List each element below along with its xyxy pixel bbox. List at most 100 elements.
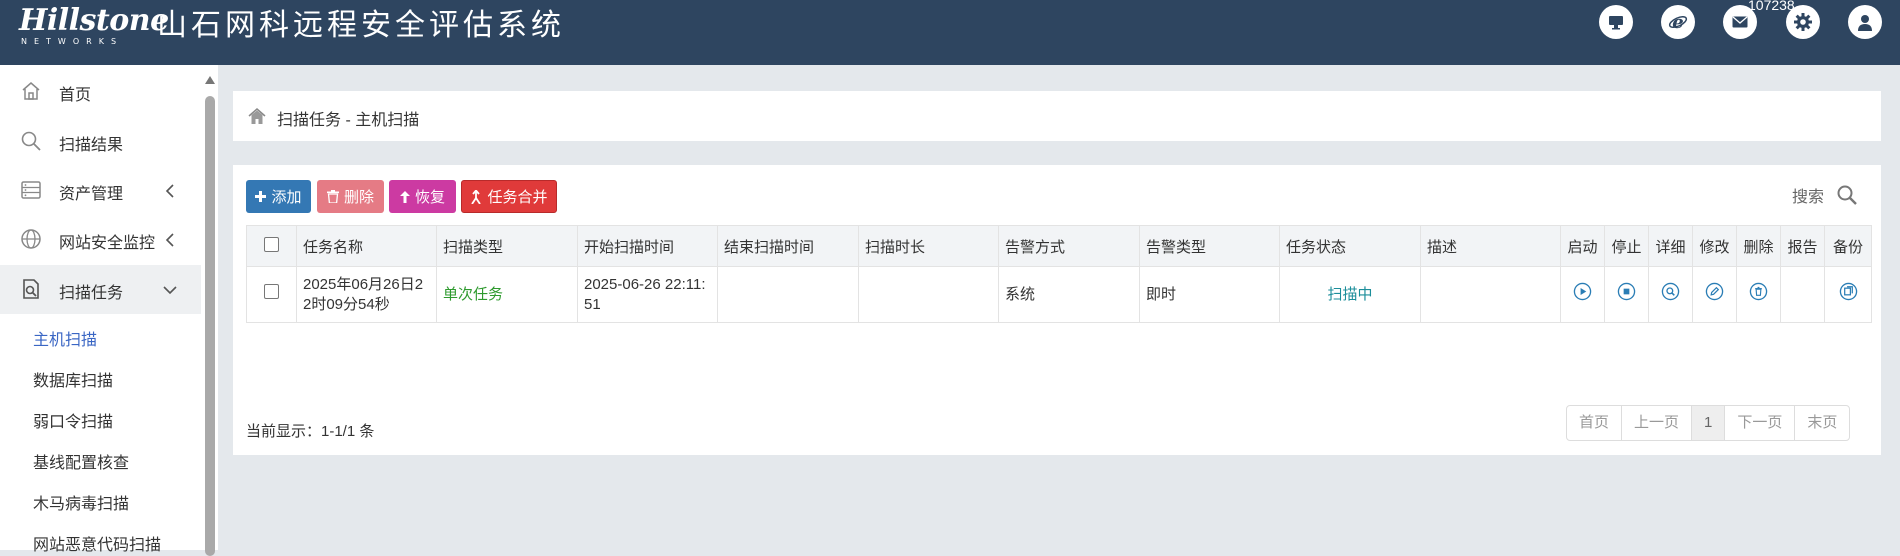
- sidebar-item-label: 网站安全监控: [59, 235, 156, 252]
- last-page-button[interactable]: 末页: [1794, 406, 1849, 440]
- select-all-checkbox-cell: [246, 225, 297, 267]
- detail-action-cell: [1648, 266, 1693, 323]
- play-icon[interactable]: [1573, 282, 1592, 301]
- task-name-cell: 2025年06月26日22时09分54秒: [296, 266, 437, 323]
- scrollbar-thumb[interactable]: [205, 96, 215, 556]
- monitor-icon[interactable]: [1599, 5, 1633, 39]
- stop-icon[interactable]: [1617, 282, 1636, 301]
- submenu-database-scan[interactable]: 数据库扫描: [33, 367, 113, 391]
- column-header: 扫描时长: [858, 225, 999, 267]
- scan-task-icon: [23, 279, 39, 299]
- scroll-up-arrow-icon[interactable]: [205, 76, 215, 84]
- scan-type-cell: 单次任务: [436, 266, 578, 323]
- sidebar-item-label: 扫描结果: [59, 137, 124, 154]
- sidebar-item-website-monitor[interactable]: 网站安全监控: [0, 215, 201, 264]
- column-header: 详细: [1648, 225, 1693, 267]
- table-row: 2025年06月26日22时09分54秒 单次任务 2025-06-26 22:…: [246, 266, 1872, 323]
- column-header: 告警类型: [1139, 225, 1280, 267]
- merge-icon: [471, 189, 482, 204]
- add-button[interactable]: 添加: [246, 180, 311, 213]
- task-table: 任务名称 扫描类型 开始扫描时间 结束扫描时间 扫描时长 告警方式 告警类型 任…: [246, 225, 1872, 323]
- sidebar-item-scan-results[interactable]: 扫描结果: [0, 117, 201, 166]
- sidebar-item-label: 资产管理: [59, 186, 124, 203]
- stop-action-cell: [1604, 266, 1649, 323]
- merge-task-button[interactable]: 任务合并: [461, 180, 557, 213]
- row-checkbox[interactable]: [264, 284, 279, 299]
- sidebar-item-home[interactable]: 首页: [0, 67, 201, 116]
- start-time-cell: 2025-06-26 22:11:51: [577, 266, 718, 323]
- browser-icon[interactable]: e: [1661, 5, 1695, 39]
- search-icon: [21, 131, 41, 151]
- home-icon[interactable]: [247, 106, 267, 126]
- prev-page-button[interactable]: 上一页: [1621, 406, 1691, 440]
- sidebar-scrollbar[interactable]: [204, 72, 216, 556]
- delete-button[interactable]: 删除: [317, 180, 384, 213]
- alert-method-cell: 系统: [998, 266, 1140, 323]
- column-header: 停止: [1604, 225, 1649, 267]
- table-header-row: 任务名称 扫描类型 开始扫描时间 结束扫描时间 扫描时长 告警方式 告警类型 任…: [246, 225, 1872, 267]
- search-control[interactable]: 搜索: [1792, 183, 1858, 207]
- pagination: 首页 上一页 1 下一页 末页: [1566, 405, 1851, 441]
- user-icon[interactable]: [1848, 5, 1882, 39]
- report-action-cell: [1780, 266, 1825, 323]
- restore-button[interactable]: 恢复: [389, 180, 456, 213]
- column-header: 报告: [1780, 225, 1825, 267]
- next-page-button[interactable]: 下一页: [1724, 406, 1794, 440]
- logo-subtext: NETWORKS: [21, 37, 124, 46]
- plus-icon: [255, 191, 267, 202]
- search-icon[interactable]: [1836, 184, 1858, 206]
- system-title: 山石网科远程安全评估系统: [157, 8, 565, 43]
- submenu-baseline-check[interactable]: 基线配置核查: [33, 449, 129, 473]
- submenu-weak-password-scan[interactable]: 弱口令扫描: [33, 408, 113, 432]
- select-all-checkbox[interactable]: [264, 236, 279, 252]
- first-page-button[interactable]: 首页: [1567, 406, 1621, 440]
- sidebar-item-label: 扫描任务: [59, 285, 124, 302]
- description-cell: [1420, 266, 1561, 323]
- chevron-down-icon[interactable]: [160, 280, 180, 300]
- column-header: 删除: [1736, 225, 1781, 267]
- task-status-cell: 扫描中: [1279, 266, 1421, 323]
- trash-icon[interactable]: [1749, 282, 1768, 301]
- current-page[interactable]: 1: [1691, 406, 1725, 440]
- column-header: 告警方式: [998, 225, 1140, 267]
- hillstone-logo[interactable]: Hillstone NETWORKS: [19, 4, 169, 46]
- submenu-trojan-scan[interactable]: 木马病毒扫描: [33, 490, 129, 514]
- column-header: 任务状态: [1279, 225, 1421, 267]
- restore-button-label: 恢复: [414, 189, 445, 206]
- column-header: 扫描类型: [436, 225, 578, 267]
- logo-text: Hillstone: [19, 3, 169, 38]
- task-panel: 添加 删除 恢复 任务合并 搜索 任务名称 扫描类型 开始扫描时间 结束扫描时间…: [233, 165, 1881, 455]
- chevron-left-icon[interactable]: [160, 230, 180, 250]
- delete-action-cell: [1736, 266, 1781, 323]
- column-header: 任务名称: [296, 225, 437, 267]
- sidebar-item-scan-task[interactable]: 扫描任务: [0, 265, 201, 314]
- sidebar-item-asset-management[interactable]: 资产管理: [0, 166, 201, 215]
- row-checkbox-cell: [246, 266, 297, 323]
- column-header: 结束扫描时间: [717, 225, 859, 267]
- column-header: 开始扫描时间: [577, 225, 718, 267]
- record-count-text: 当前显示：1-1/1 条: [246, 423, 375, 440]
- home-icon: [22, 82, 40, 100]
- breadcrumb: 扫描任务 - 主机扫描: [233, 91, 1881, 141]
- delete-button-label: 删除: [343, 189, 374, 206]
- detail-icon[interactable]: [1661, 282, 1680, 301]
- submenu-host-scan[interactable]: 主机扫描: [33, 326, 97, 350]
- add-button-label: 添加: [271, 189, 302, 206]
- trash-icon: [326, 190, 339, 203]
- sidebar-item-label: 首页: [59, 87, 92, 104]
- globe-icon: [21, 229, 41, 249]
- column-header: 启动: [1560, 225, 1605, 267]
- backup-icon[interactable]: [1839, 282, 1858, 301]
- duration-cell: [858, 266, 999, 323]
- submenu-web-malware-scan[interactable]: 网站恶意代码扫描: [33, 531, 161, 555]
- merge-task-button-label: 任务合并: [487, 189, 548, 206]
- settings-icon[interactable]: [1786, 5, 1820, 39]
- chevron-left-icon[interactable]: [160, 181, 180, 201]
- column-header: 修改: [1692, 225, 1737, 267]
- svg-text:e: e: [1672, 12, 1683, 32]
- alert-type-cell: 即时: [1139, 266, 1280, 323]
- column-header: 备份: [1824, 225, 1872, 267]
- edit-icon[interactable]: [1705, 282, 1724, 301]
- notification-count: 107238: [1748, 0, 1795, 13]
- search-label: 搜索: [1792, 189, 1825, 206]
